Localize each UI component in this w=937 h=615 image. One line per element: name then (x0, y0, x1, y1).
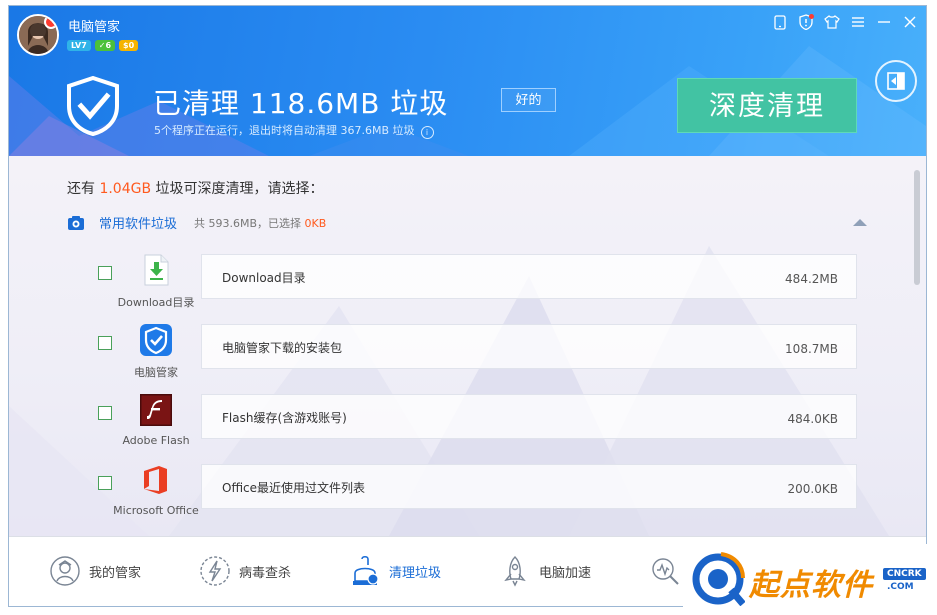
list-item: Download目录 Download目录 484.2MB (9, 254, 926, 324)
item-size: 484.0KB (787, 412, 838, 426)
list-item: 电脑管家 电脑管家下载的安装包 108.7MB (9, 324, 926, 394)
watermark-domain: .COM (887, 582, 914, 592)
notification-dot (44, 16, 57, 29)
deep-clean-summary: 还有 1.04GB 垃圾可深度清理，请选择： (67, 178, 324, 198)
nav-item-virus-scan[interactable]: 病毒查杀 (199, 553, 291, 589)
level-badge[interactable]: LV7 (67, 40, 91, 51)
verified-badge[interactable]: ✓6 (94, 40, 116, 51)
microsoft-office-icon (144, 466, 167, 494)
magnifier-icon (652, 558, 679, 585)
item-label: Office最近使用过文件列表 (222, 481, 366, 495)
lightning-shield-icon (200, 556, 230, 586)
butler-icon (50, 556, 80, 586)
item-checkbox[interactable] (98, 266, 112, 280)
item-label: Download目录 (222, 271, 306, 285)
main-window: 电脑管家 LV7 ✓6 $0 已清理 118.6MB 垃圾 好的 5个程序正在运… (8, 5, 927, 607)
list-item: Adobe Flash Flash缓存(含游戏账号) 484.0KB (9, 394, 926, 464)
header-banner: 电脑管家 LV7 ✓6 $0 已清理 118.6MB 垃圾 好的 5个程序正在运… (9, 6, 926, 156)
item-app-name: Microsoft Office (113, 504, 199, 517)
category-header[interactable]: 常用软件垃圾 共 593.6MB，已选择 0KB (67, 213, 867, 233)
site-watermark: 起点软件 CNCRK .COM (683, 544, 937, 615)
cleaned-headline: 已清理 118.6MB 垃圾 (153, 87, 449, 120)
app-title: 电脑管家 (68, 20, 121, 35)
exit-icon (887, 72, 905, 90)
item-app-name: 电脑管家 (134, 366, 178, 379)
skin-tshirt-icon[interactable] (824, 14, 840, 30)
category-selected-size: 0KB (304, 217, 327, 230)
exit-panel-button[interactable] (875, 60, 917, 102)
category-name: 常用软件垃圾 (99, 217, 178, 232)
item-checkbox[interactable] (98, 476, 112, 490)
nav-item-butler[interactable]: 我的管家 (49, 553, 141, 589)
item-app-name: Adobe Flash (122, 434, 190, 447)
item-checkbox[interactable] (98, 336, 112, 350)
summary-suffix: 垃圾可深度清理，请选择： (151, 181, 324, 197)
deep-clean-button[interactable]: 深度清理 (677, 78, 857, 133)
list-item: Microsoft Office Office最近使用过文件列表 200.0KB (9, 464, 926, 534)
nav-label: 电脑加速 (539, 565, 592, 581)
scrollbar-thumb[interactable] (914, 170, 920, 285)
minimize-icon[interactable] (876, 14, 892, 30)
item-size: 200.0KB (787, 482, 838, 496)
rocket-icon (504, 556, 526, 587)
broom-icon (353, 555, 379, 585)
auto-clean-note: 5个程序正在运行，退出时将自动清理 367.6MB 垃圾 i (154, 122, 434, 139)
nav-label: 病毒查杀 (239, 565, 292, 581)
user-avatar[interactable] (17, 14, 59, 56)
item-card[interactable]: Office最近使用过文件列表 200.0KB (201, 464, 857, 509)
item-card[interactable]: Flash缓存(含游戏账号) 484.0KB (201, 394, 857, 439)
nav-item-speedup[interactable]: 电脑加速 (499, 553, 591, 589)
item-app-name: Download目录 (117, 296, 195, 309)
item-size: 108.7MB (785, 342, 838, 356)
security-alert-icon[interactable] (798, 14, 814, 30)
download-folder-icon (144, 254, 169, 286)
auto-clean-text: 5个程序正在运行，退出时将自动清理 367.6MB 垃圾 (154, 124, 415, 137)
watermark-logo-icon (692, 552, 745, 606)
nav-item-clean[interactable]: 清理垃圾 (349, 553, 441, 589)
shield-check-icon (67, 76, 119, 136)
phone-icon[interactable] (772, 14, 788, 30)
category-stats: 共 593.6MB，已选择 0KB (194, 215, 326, 231)
watermark-text: 起点软件 (749, 568, 873, 603)
nav-label: 清理垃圾 (389, 565, 442, 581)
category-stats-text: 共 593.6MB，已选择 (194, 217, 305, 230)
info-icon[interactable]: i (420, 126, 434, 139)
status-badge: 好的 (501, 88, 556, 112)
adobe-flash-icon (140, 394, 172, 426)
software-category-icon (68, 216, 84, 230)
summary-amount: 1.04GB (99, 181, 152, 197)
collapse-arrow-icon[interactable] (853, 219, 867, 226)
nav-label: 我的管家 (89, 565, 142, 581)
summary-prefix: 还有 (67, 181, 100, 197)
user-badges: LV7 ✓6 $0 (67, 40, 139, 51)
clean-list-panel: 还有 1.04GB 垃圾可深度清理，请选择： 常用软件垃圾 共 593.6MB，… (9, 156, 926, 536)
pc-manager-icon (140, 324, 172, 356)
item-checkbox[interactable] (98, 406, 112, 420)
item-label: 电脑管家下载的安装包 (222, 341, 343, 355)
item-size: 484.2MB (785, 272, 838, 286)
watermark-tag: CNCRK (883, 568, 926, 580)
close-icon[interactable] (902, 14, 918, 30)
item-label: Flash缓存(含游戏账号) (222, 411, 347, 425)
titlebar-controls (772, 14, 918, 30)
menu-icon[interactable] (850, 14, 866, 30)
item-card[interactable]: 电脑管家下载的安装包 108.7MB (201, 324, 857, 369)
coin-badge[interactable]: $0 (119, 40, 139, 51)
item-card[interactable]: Download目录 484.2MB (201, 254, 857, 299)
